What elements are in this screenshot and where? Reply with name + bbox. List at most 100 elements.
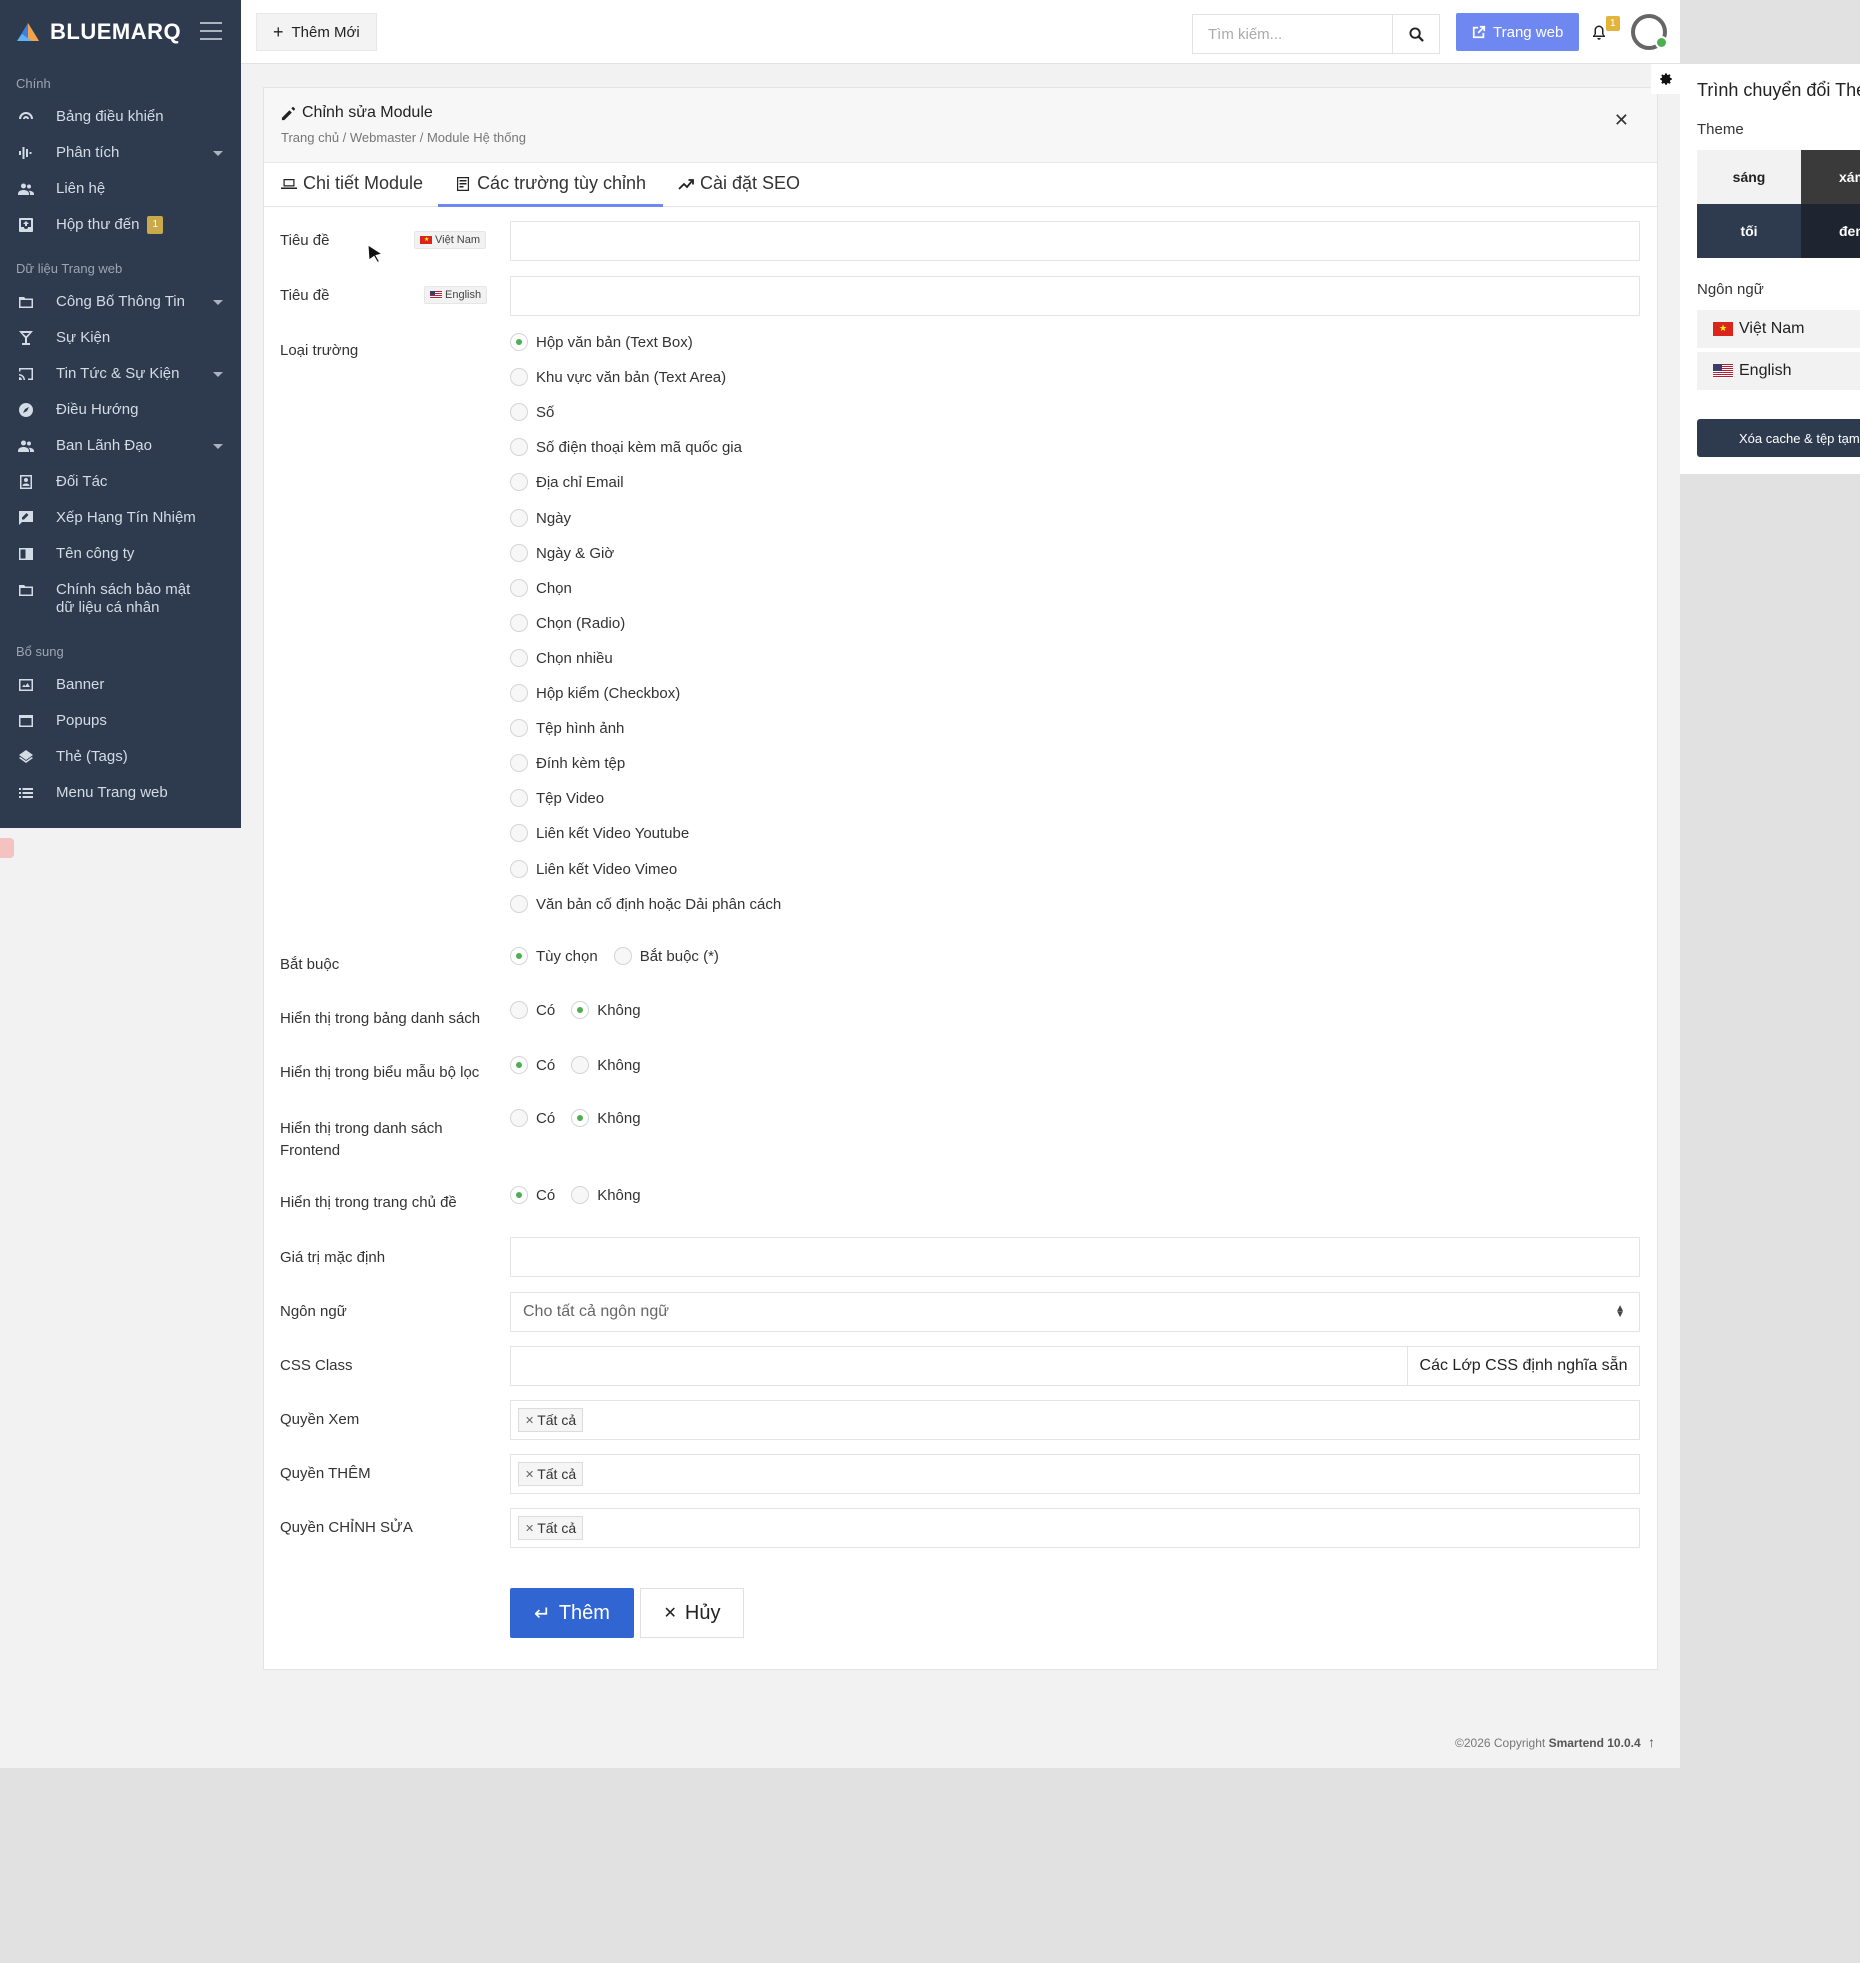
add-permission-input[interactable]: ✕ Tất cả — [510, 1454, 1640, 1494]
sidebar-item-inbox[interactable]: Hộp thư đến 1 — [0, 207, 241, 243]
website-button[interactable]: Trang web — [1456, 13, 1580, 51]
sidebar-item-company-name[interactable]: Tên công ty — [0, 536, 241, 572]
copyright-text: ©2026 Copyright — [1455, 1736, 1546, 1750]
field-type-option[interactable]: Số điện thoại kèm mã quốc gia — [510, 438, 742, 456]
sidebar-item-tags[interactable]: Thẻ (Tags) — [0, 739, 241, 775]
product-version: Smartend 10.0.4 — [1548, 1736, 1641, 1750]
language-option-en[interactable]: English — [1697, 352, 1860, 390]
theme-option-light[interactable]: sáng — [1697, 150, 1801, 204]
field-type-option-label: Chọn (Radio) — [536, 614, 626, 632]
radio-optional[interactable]: Tùy chọn — [510, 947, 598, 965]
title-en-input[interactable] — [510, 276, 1640, 316]
field-type-option[interactable]: Chọn — [510, 579, 572, 597]
field-type-option-label: Khu vực văn bản (Text Area) — [536, 368, 727, 386]
sidebar-item-privacy-policy[interactable]: Chính sách bảo mật dữ liệu cá nhân — [0, 572, 241, 626]
default-value-input[interactable] — [510, 1237, 1640, 1277]
radio-no[interactable]: Không — [571, 1056, 641, 1074]
clear-cache-button[interactable]: Xóa cache & tệp tạm? — [1697, 419, 1860, 457]
field-type-option[interactable]: Chọn nhiều — [510, 649, 613, 667]
radio-label: Có — [536, 1186, 556, 1204]
field-type-option[interactable]: Tệp hình ảnh — [510, 719, 624, 737]
scroll-top-icon[interactable]: ↑ — [1648, 1734, 1655, 1750]
field-type-option[interactable]: Ngày & Giờ — [510, 544, 614, 562]
css-class-input[interactable] — [510, 1346, 1408, 1386]
tab-custom-fields[interactable]: Các trường tùy chỉnh — [438, 163, 663, 207]
search-input[interactable]: Tìm kiếm... — [1192, 14, 1392, 54]
people-icon — [16, 437, 36, 455]
radio-yes[interactable]: Có — [510, 1186, 555, 1204]
radio-required[interactable]: Bắt buộc (*) — [613, 947, 719, 965]
radio-yes[interactable]: Có — [510, 1056, 555, 1074]
radio-no[interactable]: Không — [571, 1109, 641, 1127]
field-type-option[interactable]: Địa chỉ Email — [510, 473, 624, 491]
sidebar-item-popups[interactable]: Popups — [0, 703, 241, 739]
tab-module-details[interactable]: Chi tiết Module — [281, 163, 439, 206]
add-new-label: Thêm Mới — [291, 23, 360, 41]
field-type-option[interactable]: Số — [510, 403, 554, 421]
field-type-option[interactable]: Liên kết Video Vimeo — [510, 860, 677, 878]
caret-down-icon — [213, 151, 223, 156]
edit-permission-input[interactable]: ✕ Tất cả — [510, 1508, 1640, 1548]
tag-label: Tất cả — [537, 1412, 577, 1428]
rss-tab[interactable] — [0, 838, 14, 858]
sidebar-item-dashboard[interactable]: Bảng điều khiển — [0, 99, 241, 135]
cast-icon — [16, 365, 36, 383]
sidebar-item-disclosure[interactable]: Công Bố Thông Tin — [0, 284, 241, 320]
field-type-option[interactable]: Khu vực văn bản (Text Area) — [510, 368, 726, 386]
sidebar-item-partners[interactable]: Đối Tác — [0, 464, 241, 500]
field-type-option[interactable]: Chọn (Radio) — [510, 614, 625, 632]
language-option-vi[interactable]: ★ Việt Nam — [1697, 310, 1860, 348]
title-vi-label: Tiêu đề — [280, 232, 330, 249]
sidebar-item-analytics[interactable]: Phân tích — [0, 135, 241, 171]
sidebar-item-navigation[interactable]: Điều Hướng — [0, 392, 241, 428]
close-icon[interactable]: ✕ — [1614, 110, 1629, 131]
cancel-label: Hủy — [684, 1601, 721, 1624]
add-new-button[interactable]: + Thêm Mới — [256, 13, 377, 51]
show-in-frontend-label: Hiển thị trong danh sách Frontend — [280, 1120, 443, 1159]
cancel-button[interactable]: ✕ Hủy — [640, 1588, 744, 1638]
sidebar-item-news[interactable]: Tin Tức & Sự Kiện — [0, 356, 241, 392]
sidebar-item-leadership[interactable]: Ban Lãnh Đạo — [0, 428, 241, 464]
radio-no[interactable]: Không — [571, 1186, 641, 1204]
radio-indicator — [510, 579, 528, 597]
field-type-option[interactable]: Hộp văn bản (Text Box) — [510, 333, 693, 351]
theme-option-dark[interactable]: tối — [1697, 204, 1801, 258]
sidebar-item-contacts[interactable]: Liên hệ — [0, 171, 241, 207]
theme-switcher-panel: Trình chuyển đổi Theme Theme sáng xám tố… — [1680, 64, 1860, 474]
radio-indicator — [613, 947, 632, 965]
language-select[interactable]: Cho tất cả ngôn ngữ ▲ ▼ — [510, 1292, 1640, 1332]
plus-icon: + — [273, 21, 284, 42]
theme-option-black[interactable]: đen — [1801, 204, 1860, 258]
field-type-option[interactable]: Đính kèm tệp — [510, 754, 625, 772]
radio-yes[interactable]: Có — [510, 1109, 555, 1127]
avatar[interactable] — [1631, 14, 1668, 50]
tab-seo-settings[interactable]: Cài đặt SEO — [678, 163, 816, 206]
title-vi-input[interactable] — [510, 221, 1640, 261]
view-permission-label: Quyền Xem — [280, 1411, 360, 1428]
sidebar-item-credit-rating[interactable]: Xếp Hạng Tín Nhiệm — [0, 500, 241, 536]
sidebar-item-events[interactable]: Sự Kiện — [0, 320, 241, 356]
field-type-option[interactable]: Hộp kiểm (Checkbox) — [510, 684, 680, 702]
gear-icon[interactable] — [1651, 64, 1681, 94]
search-button[interactable] — [1392, 14, 1440, 54]
folder-icon — [16, 293, 36, 311]
theme-option-gray[interactable]: xám — [1801, 150, 1860, 204]
sidebar-item-banner[interactable]: Banner — [0, 667, 241, 703]
sidebar-item-menu[interactable]: Menu Trang web — [0, 775, 241, 811]
field-type-option[interactable]: Tệp Video — [510, 789, 604, 807]
radio-yes[interactable]: Có — [510, 1001, 555, 1019]
field-type-option[interactable]: Liên kết Video Youtube — [510, 824, 689, 842]
view-permission-input[interactable]: ✕ Tất cả — [510, 1400, 1640, 1440]
field-type-option[interactable]: Văn bản cố định hoặc Dải phân cách — [510, 895, 781, 913]
remove-tag-icon[interactable]: ✕ — [525, 1414, 534, 1427]
remove-tag-icon[interactable]: ✕ — [525, 1468, 534, 1481]
menu-toggle-icon[interactable] — [200, 22, 222, 40]
radio-no[interactable]: Không — [571, 1001, 641, 1019]
field-type-option[interactable]: Ngày — [510, 509, 571, 527]
compass-icon — [16, 401, 36, 419]
submit-button[interactable]: ↵ Thêm — [510, 1588, 634, 1638]
predefined-css-button[interactable]: Các Lớp CSS định nghĩa sẵn — [1407, 1346, 1640, 1386]
brand[interactable]: BLUEMARQ — [0, 0, 241, 64]
bell-icon[interactable] — [1591, 24, 1607, 40]
remove-tag-icon[interactable]: ✕ — [525, 1522, 534, 1535]
